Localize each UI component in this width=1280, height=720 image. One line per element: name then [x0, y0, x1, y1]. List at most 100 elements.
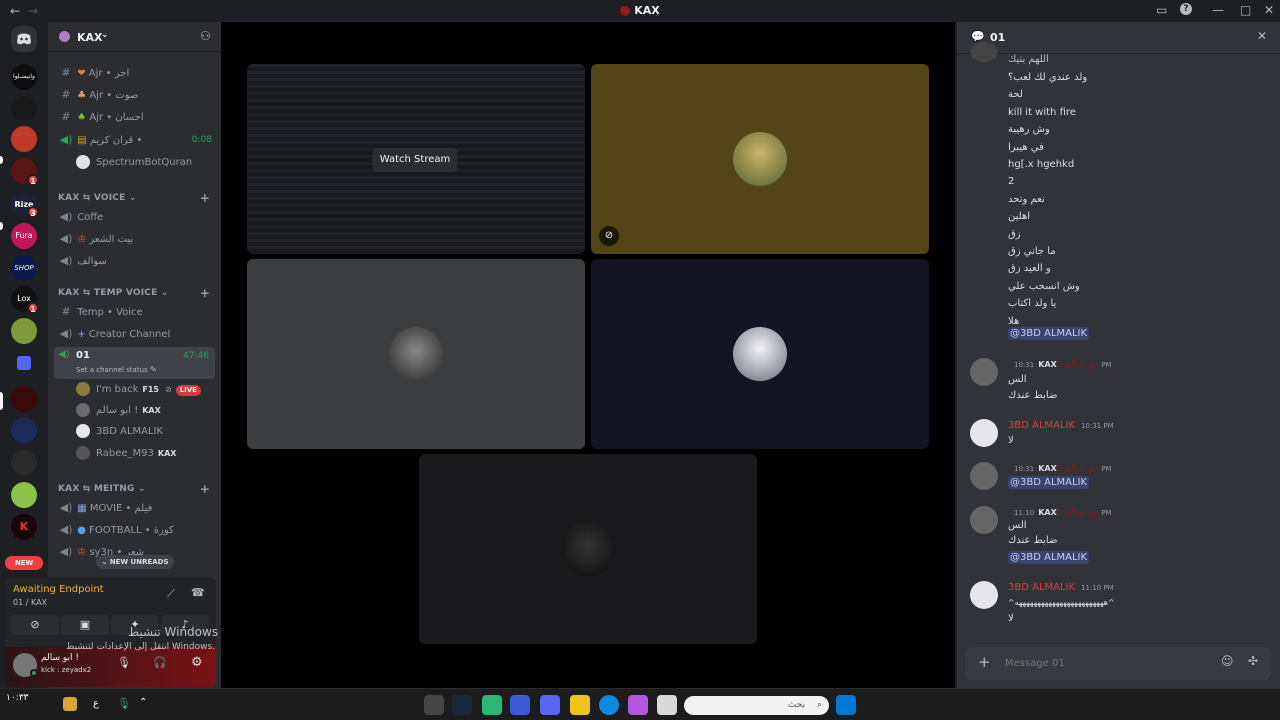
message-author[interactable]: 3BD ALMALIK 11:10 PM	[1008, 582, 1114, 593]
noise-suppression-icon[interactable]: ⟋	[167, 587, 175, 601]
server-icon[interactable]: Fura	[11, 223, 37, 249]
language-indicator[interactable]: ع	[93, 698, 99, 709]
folder-icon[interactable]	[17, 356, 31, 370]
voice-user[interactable]: 3BD ALMALIK	[76, 422, 216, 442]
voice-channel-quran[interactable]: ◀) ▤ قران كريم • 0:08	[58, 130, 216, 150]
mention[interactable]: @3BD ALMALIK	[1008, 476, 1090, 489]
add-channel-icon[interactable]: +	[200, 191, 210, 205]
headphones-icon[interactable]: 🎧	[153, 656, 167, 669]
server-icon[interactable]	[11, 450, 37, 476]
invite-icon[interactable]: ⚇	[200, 29, 211, 43]
user-tile[interactable]	[591, 259, 929, 449]
user-tile[interactable]	[247, 259, 585, 449]
maximize-icon[interactable]: □	[1240, 3, 1251, 17]
channel-item[interactable]: # ♣ Ajr • صوت	[58, 85, 216, 105]
server-icon[interactable]	[11, 126, 37, 152]
user-name[interactable]: ابو سالم !	[41, 653, 79, 663]
author-name[interactable]: ابو سالم !	[1057, 463, 1099, 474]
taskbar-search[interactable]: بحث ⌕	[684, 696, 829, 715]
server-icon[interactable]: وانيسـلوا	[11, 64, 37, 90]
connection-status[interactable]: Awaiting Endpoint	[13, 584, 104, 595]
file-explorer-icon[interactable]	[570, 695, 590, 715]
category-voice[interactable]: KAX ⇆ VOICE ⌄ +	[58, 191, 216, 205]
discord-taskbar-icon[interactable]	[540, 695, 560, 715]
voice-channel-creator[interactable]: ◀) + Creator Channel	[58, 324, 216, 344]
mention-text[interactable]: @3BD ALMALIK	[1008, 551, 1090, 564]
avatar[interactable]	[970, 358, 998, 386]
avatar[interactable]	[970, 419, 998, 447]
copilot-icon[interactable]	[628, 695, 648, 715]
steam-icon[interactable]	[452, 695, 472, 715]
message-author[interactable]: 3BD ALMALIK 10:31 PM	[1008, 420, 1114, 431]
new-unreads-pill[interactable]: ⌄ NEW UNREADS	[96, 555, 174, 569]
text-channel[interactable]: # Temp • Voice	[58, 302, 216, 322]
widget-icon[interactable]	[63, 697, 77, 711]
settings-gear-icon[interactable]: ⚙	[191, 655, 203, 670]
microphone-icon[interactable]: 🎙	[117, 697, 131, 710]
mention-text[interactable]: @3BD ALMALIK	[1008, 327, 1090, 340]
channel-item[interactable]: # ❤ Ajr • اجر	[58, 63, 216, 83]
stream-tile[interactable]: Watch Stream	[247, 64, 585, 254]
active-voice-channel[interactable]: ◀) 01 47:46 Set a channel status ✎	[54, 347, 215, 379]
screen-share-button[interactable]: ▣	[61, 615, 109, 635]
app-icon[interactable]	[424, 695, 444, 715]
server-icon[interactable]	[11, 482, 37, 508]
avatar[interactable]	[970, 462, 998, 490]
apps-icon[interactable]: ✣	[1248, 654, 1258, 668]
emoji-icon[interactable]: ☺	[1221, 654, 1234, 668]
avatar[interactable]	[970, 506, 998, 534]
task-view-icon[interactable]	[657, 695, 677, 715]
server-icon[interactable]	[11, 418, 37, 444]
clock[interactable]: ١٠:٣٣	[6, 693, 28, 703]
voice-channel[interactable]: ◀) ● FOOTBALL • كورة	[58, 520, 216, 540]
voice-user[interactable]: Rabee_M93 KAX	[76, 444, 216, 464]
camera-off-button[interactable]: ⊘	[11, 615, 59, 635]
chevron-up-icon[interactable]: ⌃	[139, 697, 147, 708]
server-icon[interactable]: SHOP	[11, 255, 37, 281]
message-input[interactable]	[1005, 655, 1215, 672]
voice-channel[interactable]: ◀) ▦ MOVIE • فيلم	[58, 498, 216, 518]
add-channel-icon[interactable]: +	[200, 286, 210, 300]
author-name[interactable]: 3BD ALMALIK	[1008, 582, 1075, 593]
close-icon[interactable]: ✕	[1257, 29, 1267, 43]
user-tile[interactable]: ⊘	[591, 64, 929, 254]
voice-user[interactable]: I'm back F15 ⊘ LIVE	[76, 380, 216, 400]
author-name[interactable]: ابو سالم !	[1057, 359, 1099, 370]
message-author[interactable]: ابو سالم !KAX11:10 PM	[1008, 507, 1111, 518]
author-name[interactable]: 3BD ALMALIK	[1008, 420, 1075, 431]
server-icon[interactable]: K	[11, 514, 37, 540]
channel-status[interactable]: Set a channel status	[76, 366, 148, 374]
voice-user[interactable]: ابو سالم ! KAX	[76, 401, 216, 421]
message-author[interactable]: ابو سالم !KAX10:31 PM	[1008, 359, 1111, 370]
close-window-icon[interactable]: ✕	[1264, 3, 1274, 17]
mention[interactable]: @3BD ALMALIK	[1008, 327, 1090, 340]
edit-icon[interactable]: ✎	[150, 365, 157, 374]
author-name[interactable]: ابو سالم !	[1057, 507, 1099, 518]
discord-home-icon[interactable]	[11, 26, 37, 52]
voice-channel[interactable]: ◀) سوالف	[58, 251, 216, 271]
connection-channel[interactable]: 01 / KAX	[13, 598, 47, 607]
app-icon[interactable]	[482, 695, 502, 715]
watch-stream-button[interactable]: Watch Stream	[373, 148, 457, 172]
server-icon[interactable]	[11, 96, 37, 122]
server-icon[interactable]	[11, 318, 37, 344]
microphone-icon[interactable]: 🎙	[117, 656, 131, 669]
new-unreads-badge[interactable]: NEW	[5, 556, 43, 570]
mention[interactable]: @3BD ALMALIK	[1008, 551, 1090, 564]
channel-item[interactable]: # ♠ Ajr • احسان	[58, 107, 216, 127]
voice-user[interactable]: SpectrumBotQuran	[76, 153, 216, 173]
avatar[interactable]	[970, 581, 998, 609]
server-icon[interactable]	[11, 386, 37, 412]
app-icon[interactable]	[510, 695, 530, 715]
category-meeting[interactable]: KAX ⇆ MEITNG ⌄ +	[58, 482, 216, 496]
edge-icon[interactable]	[599, 695, 619, 715]
user-tile[interactable]	[419, 454, 757, 644]
server-header[interactable]: KAX ⌄ ⚇	[48, 22, 221, 52]
add-channel-icon[interactable]: +	[200, 482, 210, 496]
disconnect-icon[interactable]: ☎	[191, 586, 205, 599]
minimize-icon[interactable]: —	[1212, 3, 1224, 17]
message-author[interactable]: ابو سالم !KAX10:31 PM	[1008, 463, 1111, 474]
mention-text[interactable]: @3BD ALMALIK	[1008, 476, 1090, 489]
attach-plus-icon[interactable]: +	[978, 653, 991, 671]
category-temp[interactable]: KAX ⇆ TEMP VOICE ⌄ +	[58, 286, 216, 300]
